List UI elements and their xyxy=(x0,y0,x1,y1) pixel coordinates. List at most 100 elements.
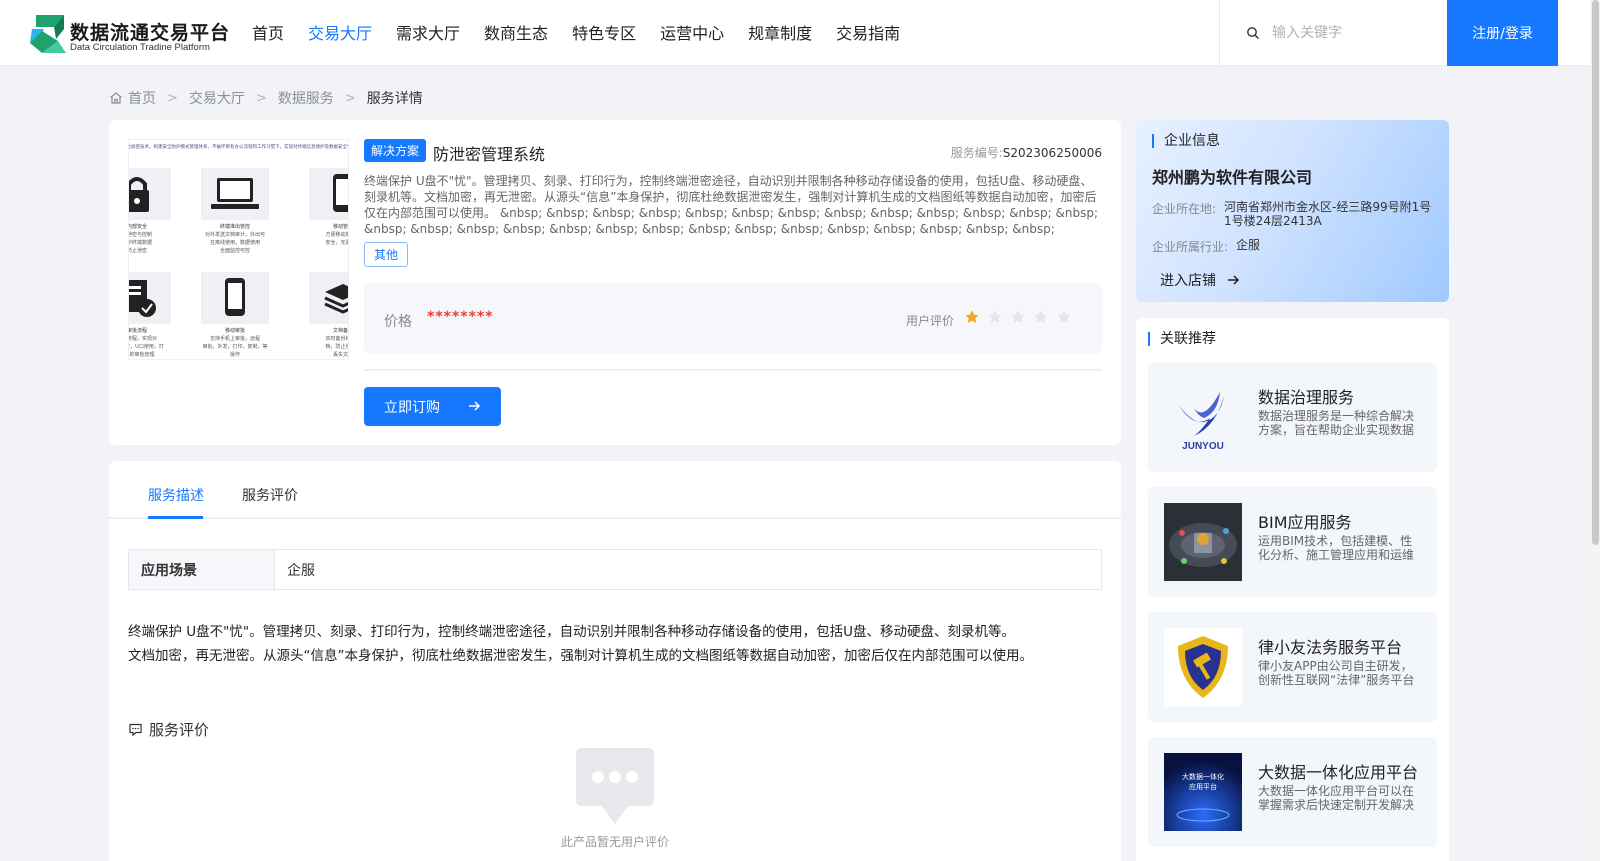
company-name: 郑州鹏为软件有限公司 xyxy=(1152,168,1313,187)
main-nav: 首页 交易大厅 需求大厅 数商生态 特色专区 运营中心 规章制度 交易指南 xyxy=(252,0,924,66)
related-section-title: 关联推荐 xyxy=(1148,332,1216,346)
scene-label: 应用场景 xyxy=(129,550,275,589)
thumbnail-cell-text: 保护终端数据 xyxy=(129,239,152,246)
tab-service-description[interactable]: 服务描述 xyxy=(148,485,204,505)
price-box: 价格 ******** 用户评价 xyxy=(364,283,1102,354)
nav-item-trading-hall[interactable]: 交易大厅 xyxy=(308,0,372,66)
logo-mark-icon xyxy=(30,15,66,53)
nav-item-ecosystem[interactable]: 数商生态 xyxy=(484,0,548,66)
star-icon xyxy=(965,310,979,323)
arrow-right-icon xyxy=(1228,275,1240,285)
enter-store-label: 进入店铺 xyxy=(1160,273,1216,289)
tab-service-review[interactable]: 服务评价 xyxy=(242,485,298,505)
nav-item-featured-zone[interactable]: 特色专区 xyxy=(572,0,636,66)
company-section-title: 企业信息 xyxy=(1152,134,1220,148)
star-icon xyxy=(988,310,1002,323)
bigdata-platform-image: 大数据一体化 应用平台 xyxy=(1164,753,1242,831)
company-location-row: 企业所在地: 河南省郑州市金水区-经三路99号附1号1号楼24层2413A xyxy=(1152,200,1438,228)
thumbnail-cell-text: 在离线使用，数据使用 xyxy=(210,239,260,246)
home-icon xyxy=(110,92,122,104)
thumbnail-cell-text: 审批流程，实现对 xyxy=(129,335,157,342)
empty-comment-icon xyxy=(576,748,654,824)
junyou-logo: JUNYOU xyxy=(1164,378,1242,456)
logo-subtitle: Data Circulation Tradine Platform xyxy=(70,42,210,53)
nav-item-home[interactable]: 首页 xyxy=(252,0,284,66)
related-item-desc: 数据治理服务是一种综合解决方案，旨在帮助企业实现数据的有效管理 xyxy=(1258,410,1415,437)
thumbnail-cell-text: 内部安全 xyxy=(129,223,147,230)
junyou-logo-text: JUNYOU xyxy=(1182,441,1224,452)
buy-now-button[interactable]: 立即订购 xyxy=(364,387,501,426)
thumbnail-cell-text: 移动管理 xyxy=(333,223,349,230)
thumbnail-cell-text: 防止泄密 xyxy=(129,247,147,254)
detail-tabs: 服务描述 服务评价 xyxy=(109,461,1121,519)
related-item-desc: 运用BIM技术，包括建模、性化分析、施工管理应用和运维管理 xyxy=(1258,535,1415,562)
logo-title: 数据流通交易平台 xyxy=(70,22,231,44)
platform-logo[interactable]: 数据流通交易平台 Data Circulation Tradine Platfo… xyxy=(28,13,231,57)
bigdata-image-text: 大数据一体化 xyxy=(1182,772,1224,781)
product-title: 防泄密管理系统 xyxy=(433,145,546,164)
service-description-text: 终端保护 U盘不"忧"。管理拷贝、刻录、打印行为，控制终端泄密途径，自动识别并限… xyxy=(128,620,1108,668)
thumbnail-cell-text: 对外发送文档审计，外出可 xyxy=(205,231,265,238)
thumbnail-cell-text: 方便移动端办公 xyxy=(325,231,349,238)
thumbnail-cell-text: 操作 xyxy=(230,351,240,358)
chevron-right-icon: > xyxy=(167,90,178,106)
active-tab-indicator xyxy=(148,516,203,519)
company-industry-label: 企业所属行业: xyxy=(1152,240,1229,254)
service-number-label: 服务编号: xyxy=(950,146,1003,160)
rating-label: 用户评价 xyxy=(906,314,955,328)
company-info-card: 企业信息 郑州鹏为软件有限公司 企业所在地: 河南省郑州市金水区-经三路99号附… xyxy=(1136,120,1449,302)
price-value: ******** xyxy=(427,309,494,325)
nav-item-operation-center[interactable]: 运营中心 xyxy=(660,0,724,66)
search-box xyxy=(1219,0,1447,66)
nav-item-regulations[interactable]: 规章制度 xyxy=(748,0,812,66)
product-description: 终端保护 U盘不"忧"。管理拷贝、刻录、打印行为，控制终端泄密途径，自动识别并限… xyxy=(364,174,1098,236)
category-tag[interactable]: 其他 xyxy=(364,242,409,267)
review-section-title: 服务评价 xyxy=(128,719,209,740)
product-thumbnail-graphic: 融合加密技术，构建安全防护模式管理体系，不破坏原有办公流程和工作习惯下，实现对终… xyxy=(129,140,349,359)
chevron-right-icon: > xyxy=(255,90,267,106)
page-scrollbar[interactable] xyxy=(1590,0,1600,861)
enter-store-link[interactable]: 进入店铺 xyxy=(1160,270,1240,290)
star-rating xyxy=(964,309,1079,325)
breadcrumb-current: 服务详情 xyxy=(366,91,423,107)
search-icon[interactable] xyxy=(1246,26,1260,40)
description-line: 终端保护 U盘不"忧"。管理拷贝、刻录、打印行为，控制终端泄密途径，自动识别并限… xyxy=(128,624,1015,640)
related-item[interactable]: 大数据一体化 应用平台 大数据一体化应用平台 大数据一体化应用平台可以在掌握需求… xyxy=(1148,737,1437,847)
product-thumbnail[interactable]: 融合加密技术，构建安全防护模式管理体系，不破坏原有办公流程和工作习惯下，实现对终… xyxy=(128,139,349,360)
related-item[interactable]: BIM应用服务 运用BIM技术，包括建模、性化分析、施工管理应用和运维管理 xyxy=(1148,487,1437,597)
service-number: 服务编号:S202306250006 xyxy=(951,144,1102,161)
scrollbar-thumb[interactable] xyxy=(1592,0,1599,545)
company-location-label: 企业所在地: xyxy=(1152,202,1217,216)
bim-building-image xyxy=(1164,503,1242,581)
breadcrumb-home[interactable]: 首页 xyxy=(128,88,156,108)
law-shield-logo xyxy=(1164,628,1242,706)
nav-item-trading-guide[interactable]: 交易指南 xyxy=(836,0,900,66)
related-item-title: 数据治理服务 xyxy=(1258,388,1355,407)
top-header: 数据流通交易平台 Data Circulation Tradine Platfo… xyxy=(0,0,1590,66)
breadcrumb-data-service[interactable]: 数据服务 xyxy=(278,88,334,108)
related-item[interactable]: 律小友法务服务平台 律小友APP由公司自主研发，创新性互联网“法律”服务平台 xyxy=(1148,612,1437,722)
thumbnail-cell-text: 移动审批 xyxy=(225,327,245,334)
chevron-right-icon: > xyxy=(344,90,356,106)
register-login-button[interactable]: 注册/登录 xyxy=(1447,0,1558,66)
breadcrumb-trading-hall[interactable]: 交易大厅 xyxy=(189,88,245,108)
laptop-icon: 终端准出管控对外发送文档审计，外出可在离线使用，数据使用全面监控可控 xyxy=(201,168,269,254)
breadcrumb: 首页 > 交易大厅 > 数据服务 > 服务详情 xyxy=(109,88,423,108)
service-number-value: S202306250006 xyxy=(1002,146,1102,160)
divider xyxy=(364,369,1102,371)
thumbnail-cell-text: 实时备份终端文 xyxy=(325,335,349,342)
description-line: 文档加密，再无泄密。从源头“信息”本身保护，彻底杜绝数据泄密发生，强制对计算机生… xyxy=(128,648,1033,664)
thumbnail-cell-text: 防泄密与控制 xyxy=(129,231,152,238)
nav-item-demand-hall[interactable]: 需求大厅 xyxy=(396,0,460,66)
related-recommendations: 关联推荐 JUNYOU 数据治理服务 数据治理服务是一种综合解决方案，旨在帮助企… xyxy=(1136,318,1449,861)
arrow-right-icon xyxy=(469,401,481,411)
thumbnail-cell-text: 全面监控可控 xyxy=(220,247,250,254)
related-item-desc: 律小友APP由公司自主研发，创新性互联网“法律”服务平台 xyxy=(1258,660,1415,687)
comment-icon xyxy=(129,723,142,737)
service-detail-card: 服务描述 服务评价 应用场景 企服 终端保护 U盘不"忧"。管理拷贝、刻录、打印… xyxy=(109,461,1121,861)
related-item[interactable]: JUNYOU 数据治理服务 数据治理服务是一种综合解决方案，旨在帮助企业实现数据… xyxy=(1148,362,1437,472)
thumbnail-header-text: 融合加密技术，构建安全防护模式管理体系，不破坏原有办公流程和工作习惯下，实现对终… xyxy=(129,143,349,150)
empty-review-text: 此产品暂无用户评价 xyxy=(560,835,669,849)
thumbnail-cell-text: 支持手机上审批，远程 xyxy=(210,335,260,342)
search-input[interactable] xyxy=(1272,25,1432,41)
